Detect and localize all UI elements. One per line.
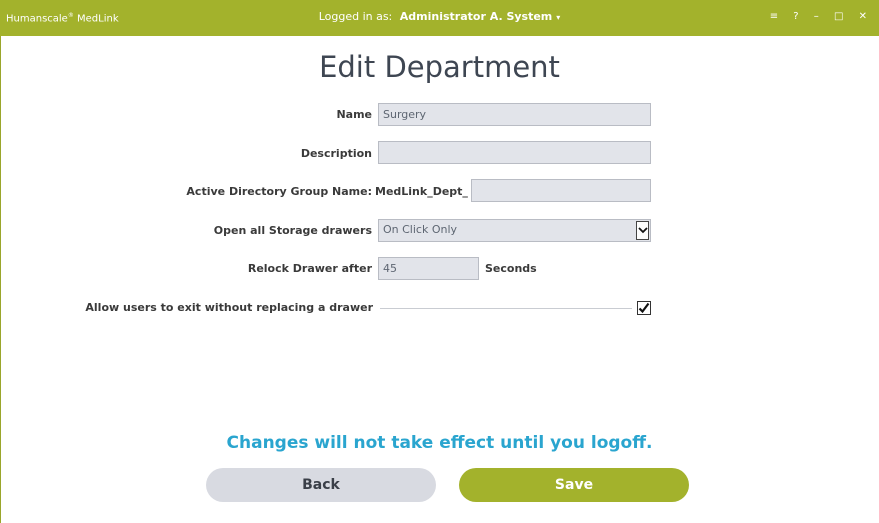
relock-input[interactable]	[378, 257, 479, 280]
menu-icon[interactable]: ≡	[770, 11, 778, 22]
logged-in-label: Logged in as:	[318, 10, 393, 23]
relock-label: Relock Drawer after	[247, 262, 372, 275]
open-drawers-label: Open all Storage drawers	[213, 224, 372, 237]
help-icon[interactable]: ?	[793, 11, 798, 22]
window-controls: ≡ ? – □ ✕	[770, 11, 879, 22]
login-info: Logged in as: Administrator A. System ▾	[0, 10, 879, 23]
description-label: Description	[300, 147, 372, 160]
title-bar: Humanscale® MedLink Logged in as: Admini…	[0, 0, 879, 36]
chevron-down-icon[interactable]	[636, 221, 649, 240]
open-drawers-value: On Click Only	[383, 223, 458, 236]
logoff-notice: Changes will not take effect until you l…	[226, 433, 653, 453]
minimize-icon[interactable]: –	[814, 11, 819, 22]
save-button[interactable]: Save	[459, 468, 689, 502]
close-icon[interactable]: ✕	[859, 11, 867, 22]
checkmark-icon	[638, 302, 650, 314]
ad-group-prefix: MedLink_Dept_	[375, 185, 468, 198]
back-button[interactable]: Back	[206, 468, 436, 502]
maximize-icon[interactable]: □	[834, 11, 843, 22]
open-drawers-select[interactable]: On Click Only	[378, 219, 651, 242]
divider-line	[380, 308, 632, 309]
ad-group-input[interactable]	[471, 179, 651, 202]
relock-unit: Seconds	[485, 262, 537, 275]
page-title: Edit Department	[319, 50, 560, 84]
description-input[interactable]	[378, 141, 651, 164]
user-menu[interactable]: Administrator A. System ▾	[400, 10, 561, 23]
user-name: Administrator A. System	[399, 10, 553, 23]
name-input[interactable]	[378, 103, 651, 126]
name-label: Name	[336, 108, 372, 121]
chevron-down-icon: ▾	[556, 13, 561, 22]
ad-group-label: Active Directory Group Name:	[186, 185, 372, 198]
allow-exit-checkbox[interactable]	[637, 301, 651, 315]
allow-exit-label: Allow users to exit without replacing a …	[85, 301, 373, 314]
